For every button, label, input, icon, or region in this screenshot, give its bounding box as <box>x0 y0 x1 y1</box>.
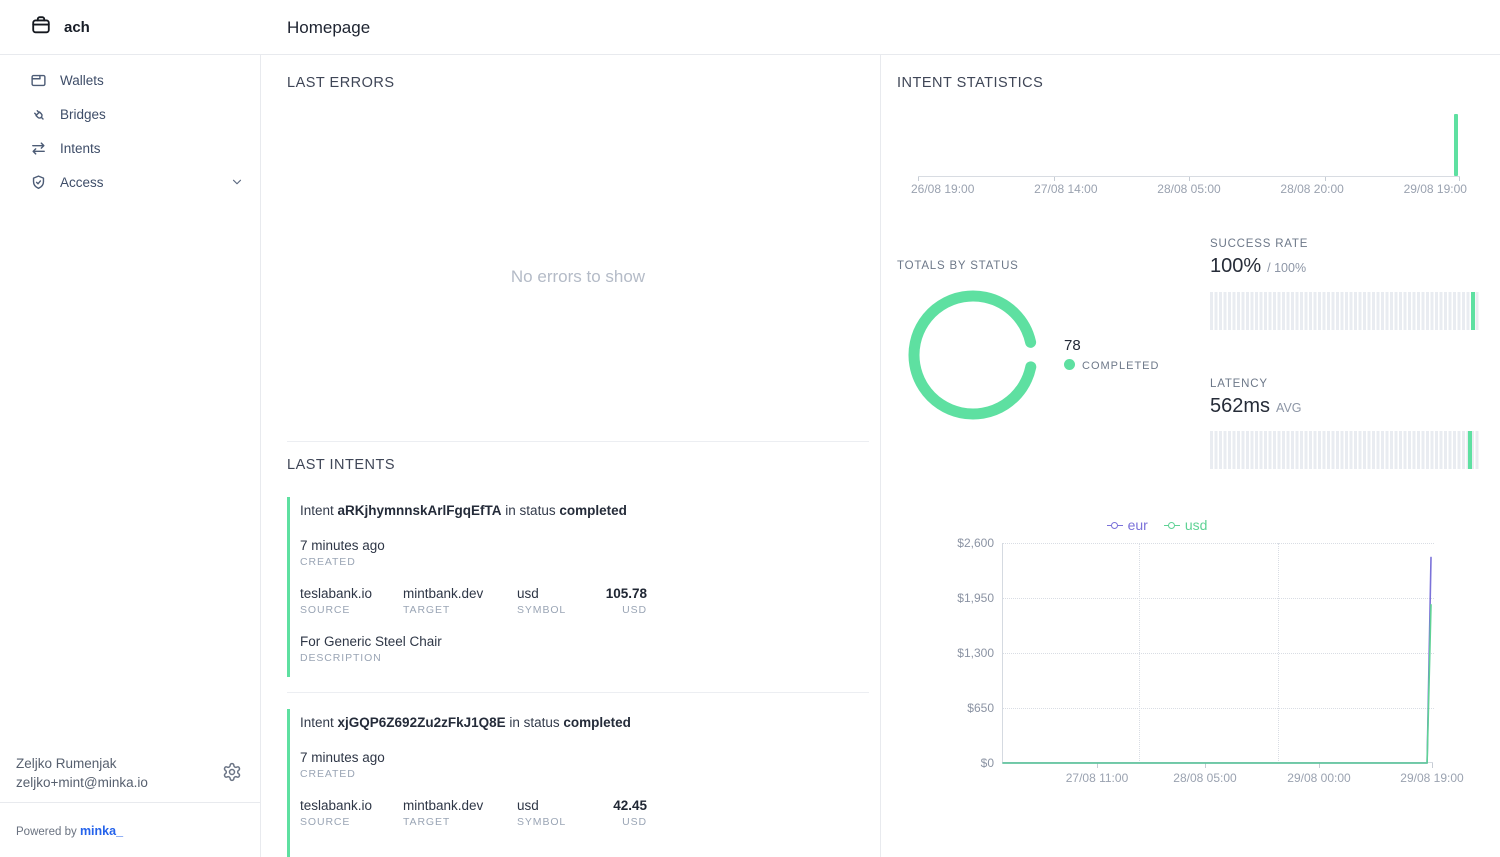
intent-id: xjGQP6Z692Zu2zFkJ1Q8E <box>338 715 506 730</box>
sidebar-item-label: Intents <box>60 141 101 156</box>
success-rate-value: 100% <box>1210 255 1261 278</box>
timeline-x-labels: 26/08 19:00 27/08 14:00 28/08 05:00 28/0… <box>911 182 1467 196</box>
y-axis-label: $650 <box>934 701 994 715</box>
settings-gear-icon[interactable] <box>222 762 244 784</box>
brand-name: ach <box>64 19 90 36</box>
intent-fields-row: teslabank.io SOURCE mintbank.dev TARGET … <box>300 798 869 828</box>
dashboard-root: ach Homepage Wallets <box>0 0 1500 857</box>
target-field: mintbank.dev TARGET <box>403 798 517 828</box>
x-axis-label: 28/08 05:00 <box>1160 771 1250 785</box>
divider <box>287 692 869 693</box>
intent-statistics-panel: INTENT STATISTICS 26/08 19:00 27/08 14:0… <box>881 55 1500 857</box>
totals-by-status-label: TOTALS BY STATUS <box>897 260 1019 272</box>
latency-value: 562ms <box>1210 395 1270 418</box>
legend-usd[interactable]: usd <box>1164 517 1208 533</box>
success-marker <box>1471 292 1475 330</box>
sidebar-item-intents[interactable]: Intents <box>0 131 260 165</box>
page-title: Homepage <box>287 0 370 55</box>
x-axis-label: 29/08 00:00 <box>1274 771 1364 785</box>
amount-field: 42.45 USD <box>603 798 647 828</box>
intent-card[interactable]: Intent aRKjhymnnskArlFgqEfTA in status c… <box>287 497 869 677</box>
success-rate-target: / 100% <box>1267 261 1306 275</box>
created-field: 7 minutes ago CREATED <box>300 750 869 780</box>
sidebar-item-access[interactable]: Access <box>0 165 260 199</box>
latency-unit: AVG <box>1276 401 1301 415</box>
x-axis-label: 29/08 19:00 <box>1387 771 1477 785</box>
sidebar: Wallets Bridges <box>0 55 261 857</box>
intent-id: aRKjhymnnskArlFgqEfTA <box>338 503 502 518</box>
latency-value-row: 562ms AVG <box>1210 395 1302 418</box>
sidebar-item-label: Wallets <box>60 73 104 88</box>
sidebar-item-label: Access <box>60 175 104 190</box>
success-rate-value-row: 100% / 100% <box>1210 255 1306 278</box>
intent-title: Intent aRKjhymnnskArlFgqEfTA in status c… <box>300 503 869 518</box>
intent-statistics-title: INTENT STATISTICS <box>897 75 1043 91</box>
volume-chart-legend: eur usd <box>881 517 1433 533</box>
chevron-down-icon[interactable] <box>230 175 244 194</box>
sidebar-item-wallets[interactable]: Wallets <box>0 63 260 97</box>
last-errors-title: LAST ERRORS <box>287 75 395 91</box>
success-rate-label: SUCCESS RATE <box>1210 238 1308 250</box>
intent-status: completed <box>563 715 631 730</box>
main-column: LAST ERRORS No errors to show LAST INTEN… <box>261 55 881 857</box>
powered-by: Powered by minka_ <box>16 824 123 838</box>
y-axis-label: $1,300 <box>934 646 994 660</box>
status-donut-chart <box>903 285 1043 425</box>
created-field: 7 minutes ago CREATED <box>300 538 869 568</box>
intent-timeline-chart <box>918 115 1460 177</box>
completed-legend-dot <box>1064 359 1075 370</box>
minka-link[interactable]: minka_ <box>80 824 123 838</box>
source-field: teslabank.io SOURCE <box>300 586 403 616</box>
y-axis-label: $0 <box>934 756 994 770</box>
intent-status: completed <box>559 503 627 518</box>
sidebar-item-bridges[interactable]: Bridges <box>0 97 260 131</box>
symbol-field: usd SYMBOL <box>517 798 603 828</box>
target-field: mintbank.dev TARGET <box>403 586 517 616</box>
description-field: For Generic Steel Chair DESCRIPTION <box>300 634 869 664</box>
no-errors-message: No errors to show <box>287 267 869 287</box>
symbol-field: usd SYMBOL <box>517 586 603 616</box>
last-intents-title: LAST INTENTS <box>287 457 395 473</box>
ledger-bag-icon <box>30 14 52 41</box>
divider <box>287 441 869 442</box>
completed-legend-label: COMPLETED <box>1082 360 1159 372</box>
usd-marker-icon <box>1164 522 1180 529</box>
completed-count: 78 <box>1064 337 1081 354</box>
shield-check-icon <box>30 174 47 191</box>
intent-fields-row: teslabank.io SOURCE mintbank.dev TARGET … <box>300 586 869 616</box>
intent-title: Intent xjGQP6Z692Zu2zFkJ1Q8E in status c… <box>300 715 869 730</box>
top-bar: ach Homepage <box>0 0 1500 55</box>
latency-strip-chart <box>1210 431 1479 469</box>
success-rate-strip-chart <box>1210 292 1479 330</box>
x-axis-label: 27/08 11:00 <box>1052 771 1142 785</box>
user-name: Zeljko Rumenjak <box>16 756 117 771</box>
plug-icon <box>30 106 47 123</box>
y-axis-label: $2,600 <box>934 536 994 550</box>
transfer-arrows-icon <box>30 140 47 157</box>
brand[interactable]: ach <box>30 0 90 55</box>
latency-label: LATENCY <box>1210 378 1268 390</box>
sidebar-nav: Wallets Bridges <box>0 55 260 199</box>
latency-marker <box>1468 431 1472 469</box>
source-field: teslabank.io SOURCE <box>300 798 403 828</box>
amount-field: 105.78 USD <box>603 586 647 616</box>
user-email: zeljko+mint@minka.io <box>16 775 148 790</box>
powered-by-prefix: Powered by <box>16 826 80 838</box>
y-axis-label: $1,950 <box>934 591 994 605</box>
sidebar-item-label: Bridges <box>60 107 106 122</box>
divider <box>0 802 261 803</box>
volume-line-chart: $2,600 $1,950 $1,300 $650 $0 27/08 11:00… <box>1002 543 1433 763</box>
wallet-icon <box>30 72 47 89</box>
intent-card[interactable]: Intent xjGQP6Z692Zu2zFkJ1Q8E in status c… <box>287 709 869 857</box>
eur-marker-icon <box>1107 522 1123 529</box>
legend-eur[interactable]: eur <box>1107 517 1148 533</box>
